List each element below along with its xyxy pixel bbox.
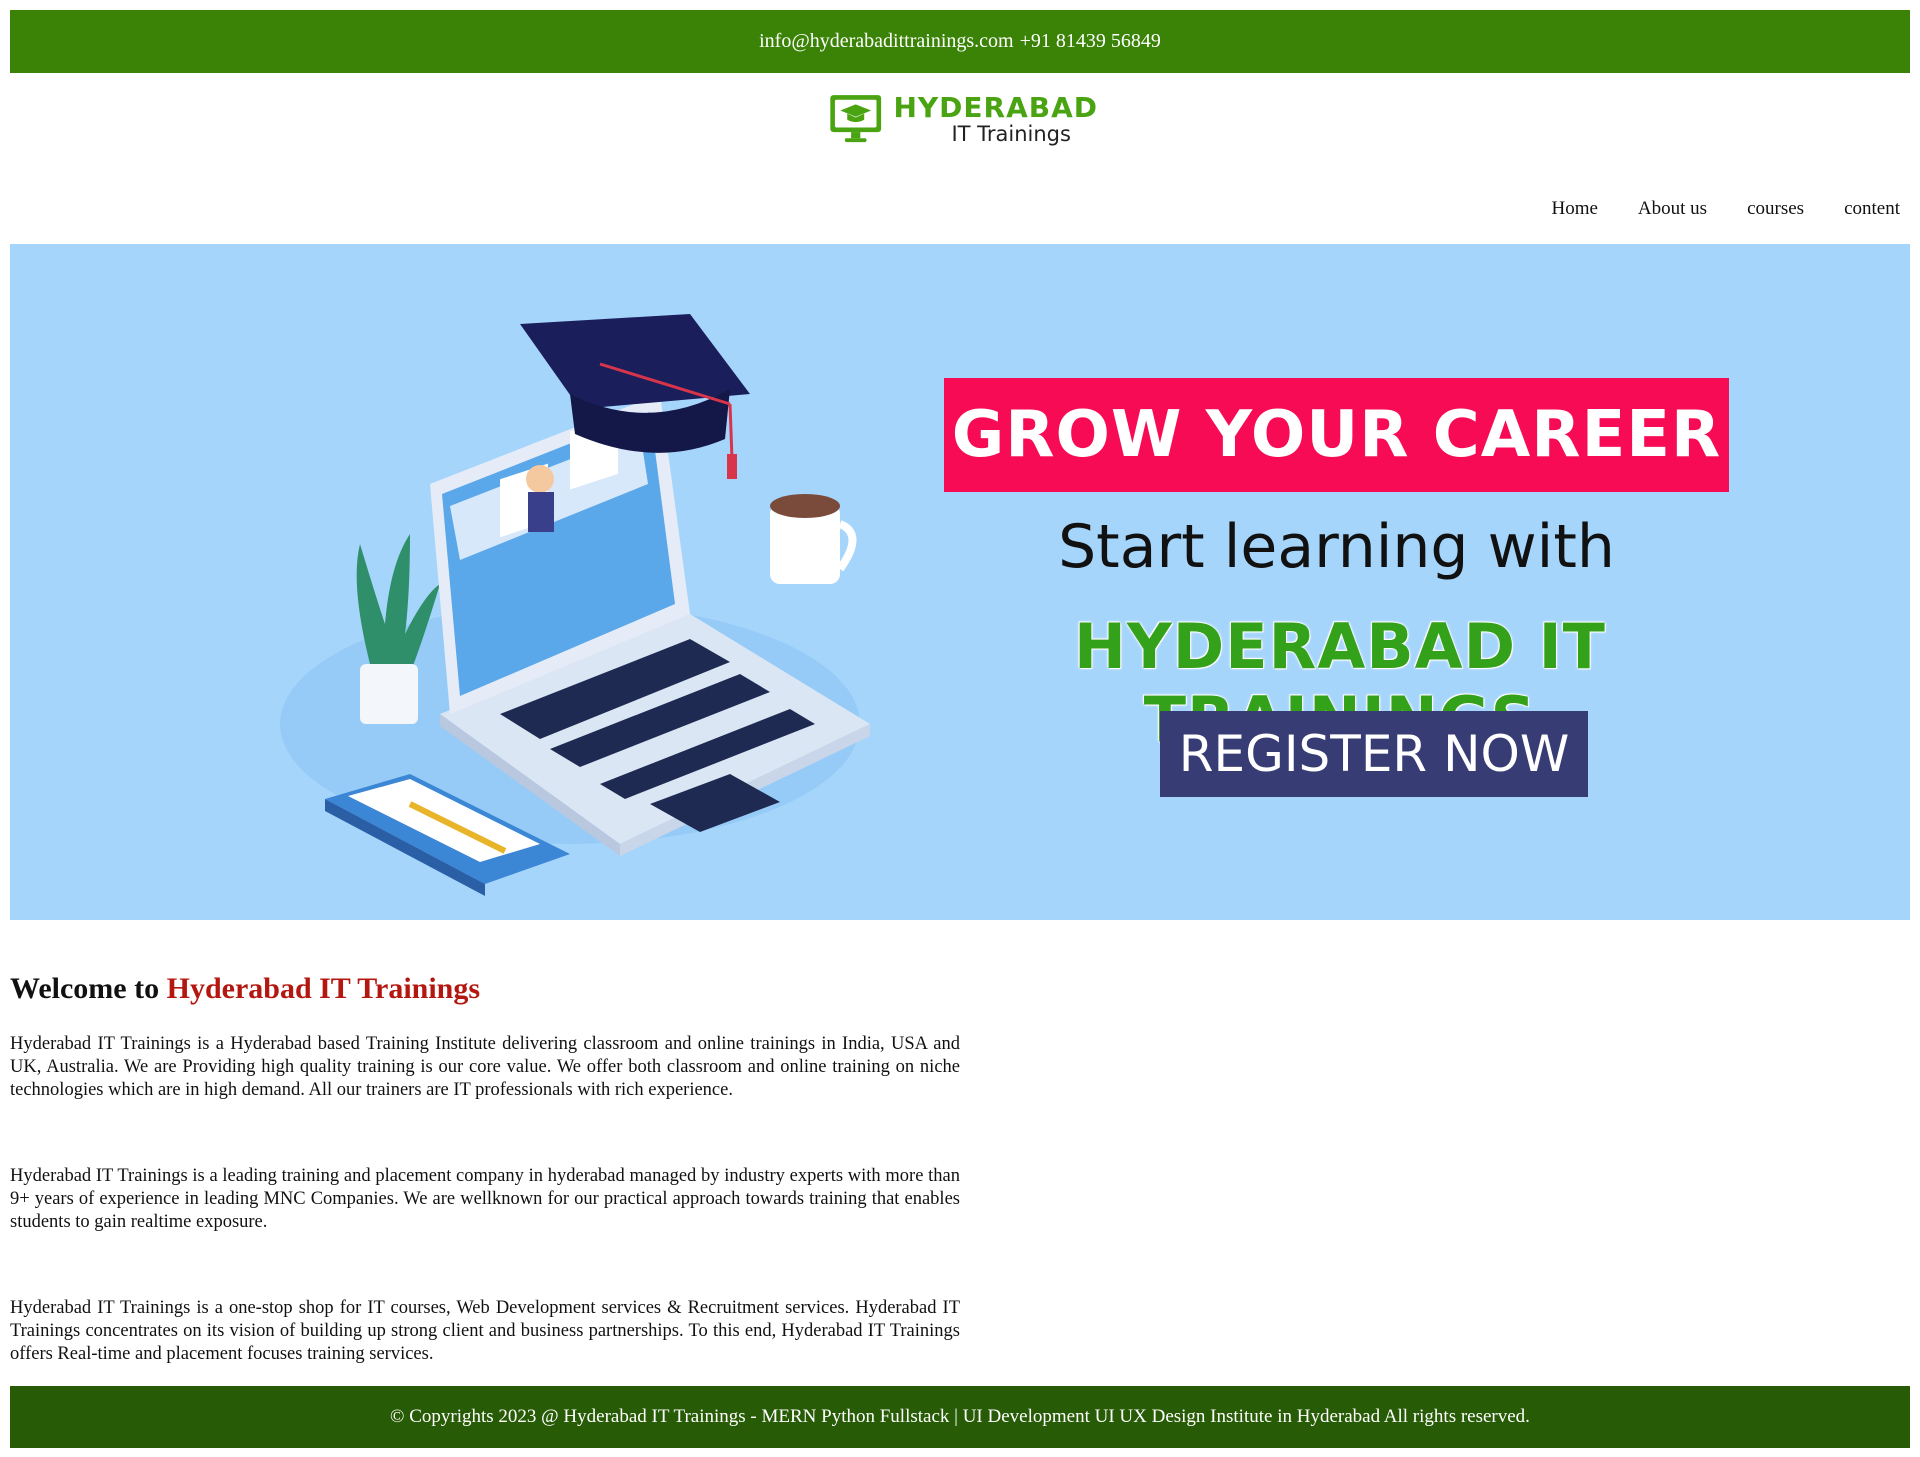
logo-subtitle: IT Trainings xyxy=(951,121,1071,146)
site-footer: © Copyrights 2023 @ Hyderabad IT Trainin… xyxy=(10,1386,1910,1448)
nav-courses[interactable]: courses xyxy=(1747,198,1804,220)
intro-paragraph-1: Hyderabad IT Trainings is a Hyderabad ba… xyxy=(10,1034,960,1100)
site-logo[interactable]: HYDERABAD IT Trainings xyxy=(828,84,1098,154)
laptop-graduation-illustration xyxy=(280,314,870,896)
copyright-text: © Copyrights 2023 @ Hyderabad IT Trainin… xyxy=(390,1406,1530,1427)
monitor-graduation-cap-icon xyxy=(830,95,882,143)
banner-headline: GROW YOUR CAREER xyxy=(944,378,1729,492)
contact-phone[interactable]: +91 81439 56849 xyxy=(1020,30,1161,53)
contact-bar: info@hyderabadittrainings.com +91 81439 … xyxy=(10,10,1910,73)
welcome-prefix: Welcome to xyxy=(10,972,160,1005)
register-now-button[interactable]: REGISTER NOW xyxy=(1160,711,1588,797)
banner-subline: Start learning with xyxy=(1058,512,1615,582)
main-nav: Home About us courses content xyxy=(1511,198,1900,220)
contact-email[interactable]: info@hyderabadittrainings.com xyxy=(759,30,1013,53)
nav-about-us[interactable]: About us xyxy=(1638,198,1707,220)
intro-paragraph-2: Hyderabad IT Trainings is a leading trai… xyxy=(10,1166,960,1232)
welcome-highlight: Hyderabad IT Trainings xyxy=(166,972,481,1005)
welcome-heading: Welcome to Hyderabad IT Trainings xyxy=(10,972,480,1006)
nav-home[interactable]: Home xyxy=(1551,198,1597,220)
nav-content[interactable]: content xyxy=(1844,198,1900,220)
logo-title: HYDERABAD xyxy=(893,90,1098,124)
intro-paragraph-3: Hyderabad IT Trainings is a one-stop sho… xyxy=(10,1298,960,1364)
hero-banner: GROW YOUR CAREER Start learning with HYD… xyxy=(10,244,1910,920)
